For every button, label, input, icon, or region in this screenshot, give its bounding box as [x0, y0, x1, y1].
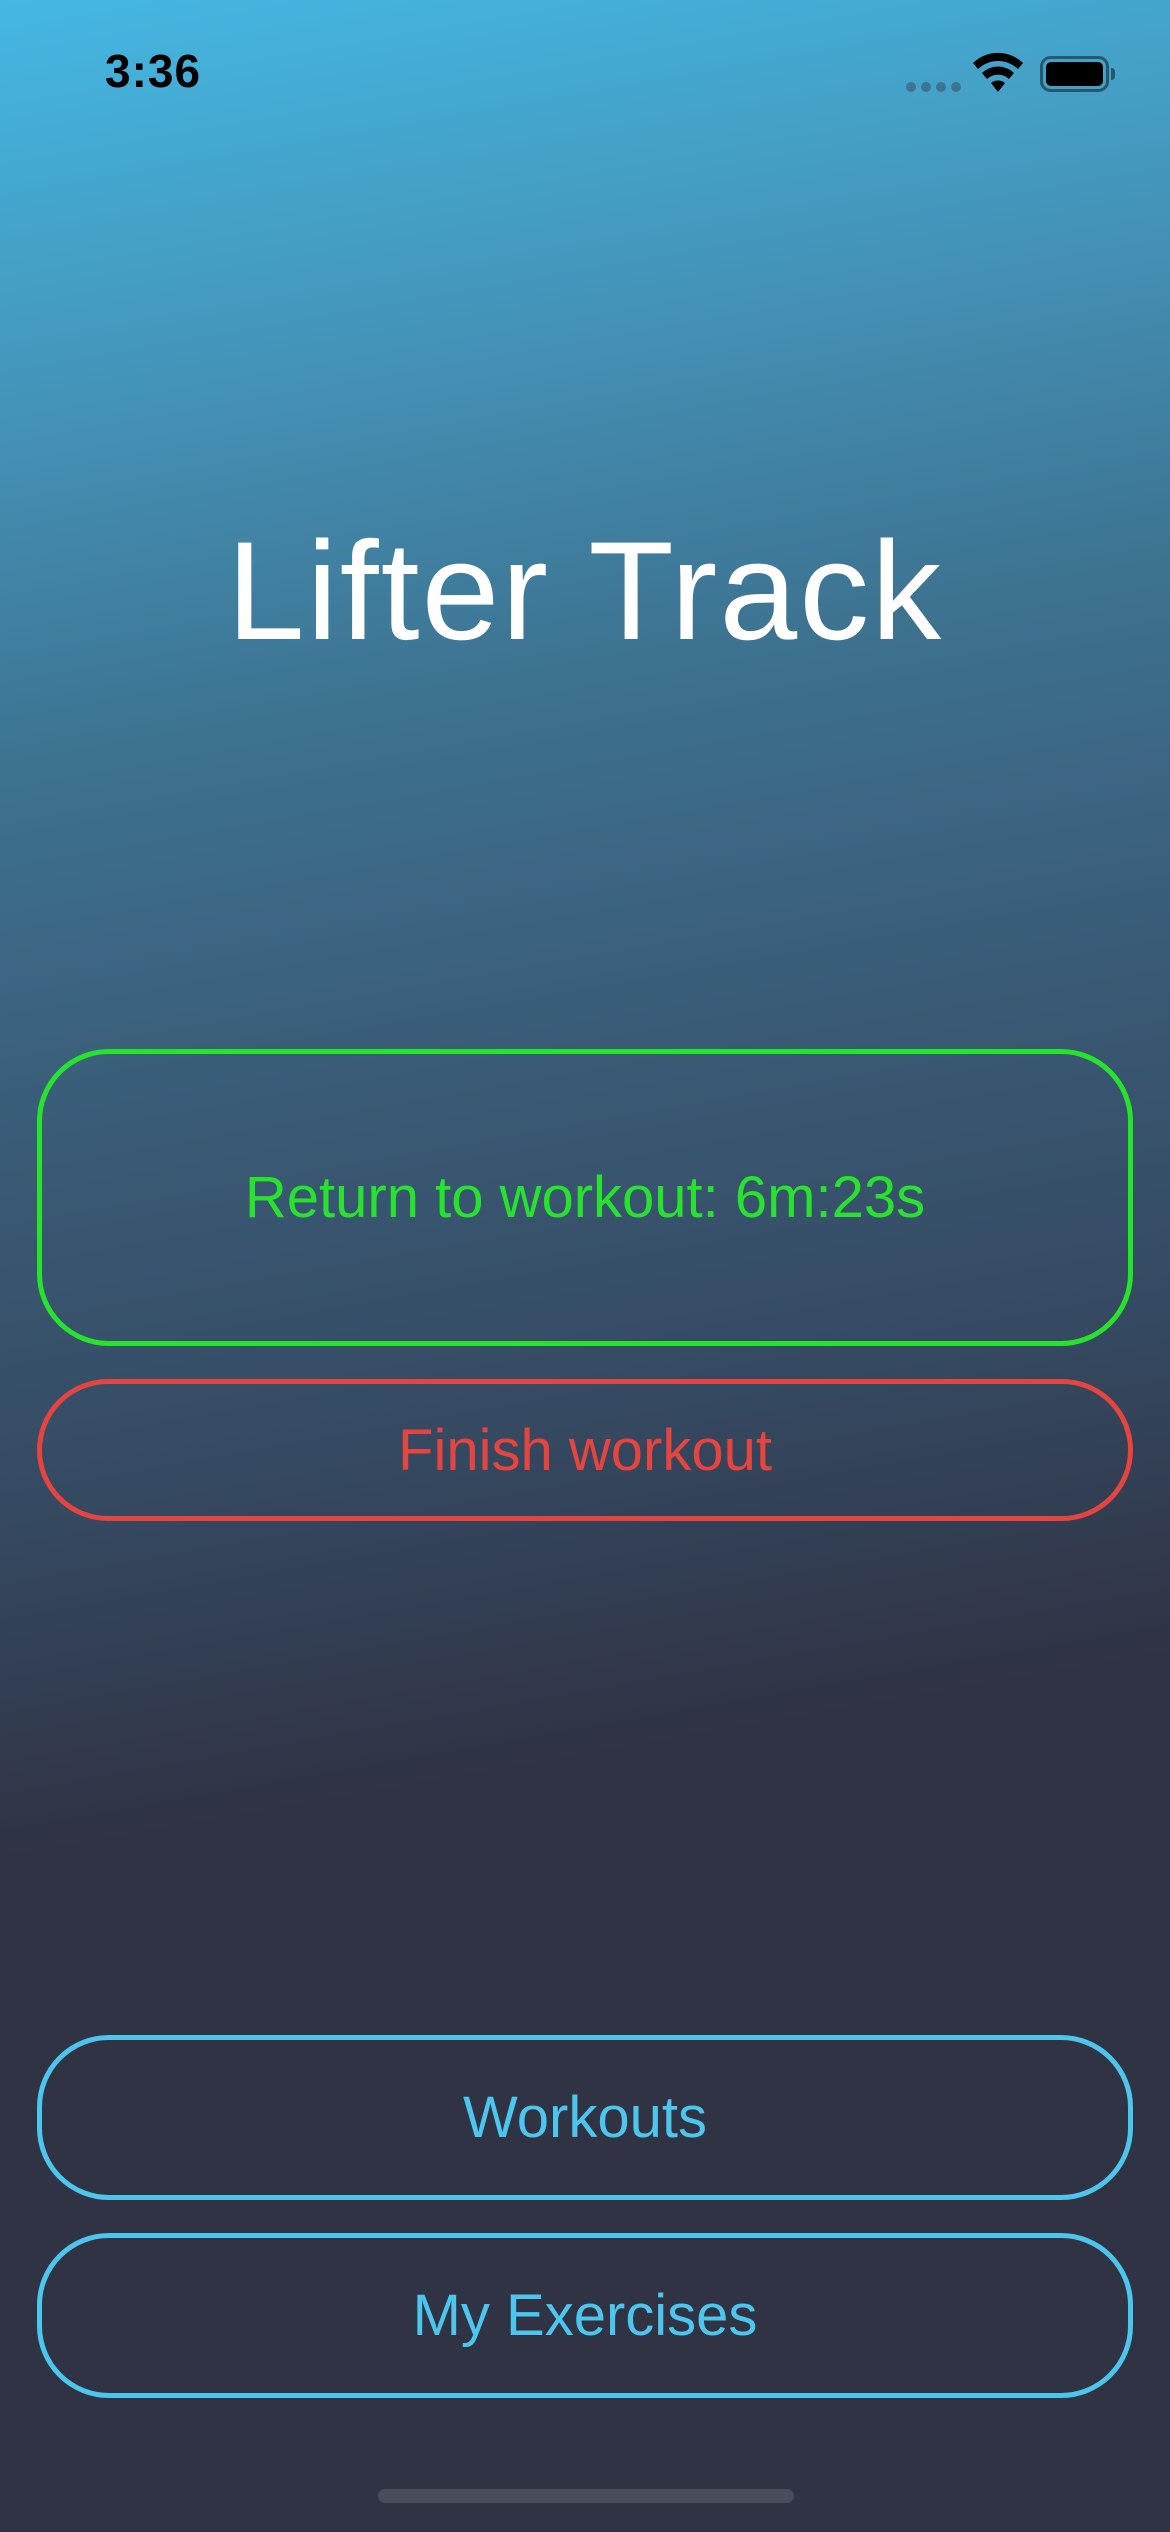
workouts-button[interactable]: Workouts — [37, 2035, 1133, 2200]
finish-workout-button[interactable]: Finish workout — [37, 1379, 1133, 1521]
home-indicator[interactable] — [378, 2489, 794, 2503]
status-bar: 3:36 — [0, 0, 1170, 140]
finish-workout-label: Finish workout — [398, 1417, 772, 1483]
status-time: 3:36 — [105, 45, 202, 97]
my-exercises-label: My Exercises — [412, 2283, 758, 2348]
battery-icon — [1040, 56, 1115, 92]
cellular-signal-icon — [906, 82, 962, 92]
my-exercises-button[interactable]: My Exercises — [37, 2233, 1133, 2398]
return-to-workout-label: Return to workout: 6m:23s — [244, 1165, 926, 1230]
workouts-label: Workouts — [463, 2085, 707, 2150]
return-to-workout-button[interactable]: Return to workout: 6m:23s — [37, 1049, 1133, 1346]
app-title: Lifter Track — [226, 512, 944, 669]
home-screen: 3:36 Lifter Track Return to workout: 6m:… — [0, 0, 1170, 2532]
wifi-icon — [973, 52, 1023, 92]
